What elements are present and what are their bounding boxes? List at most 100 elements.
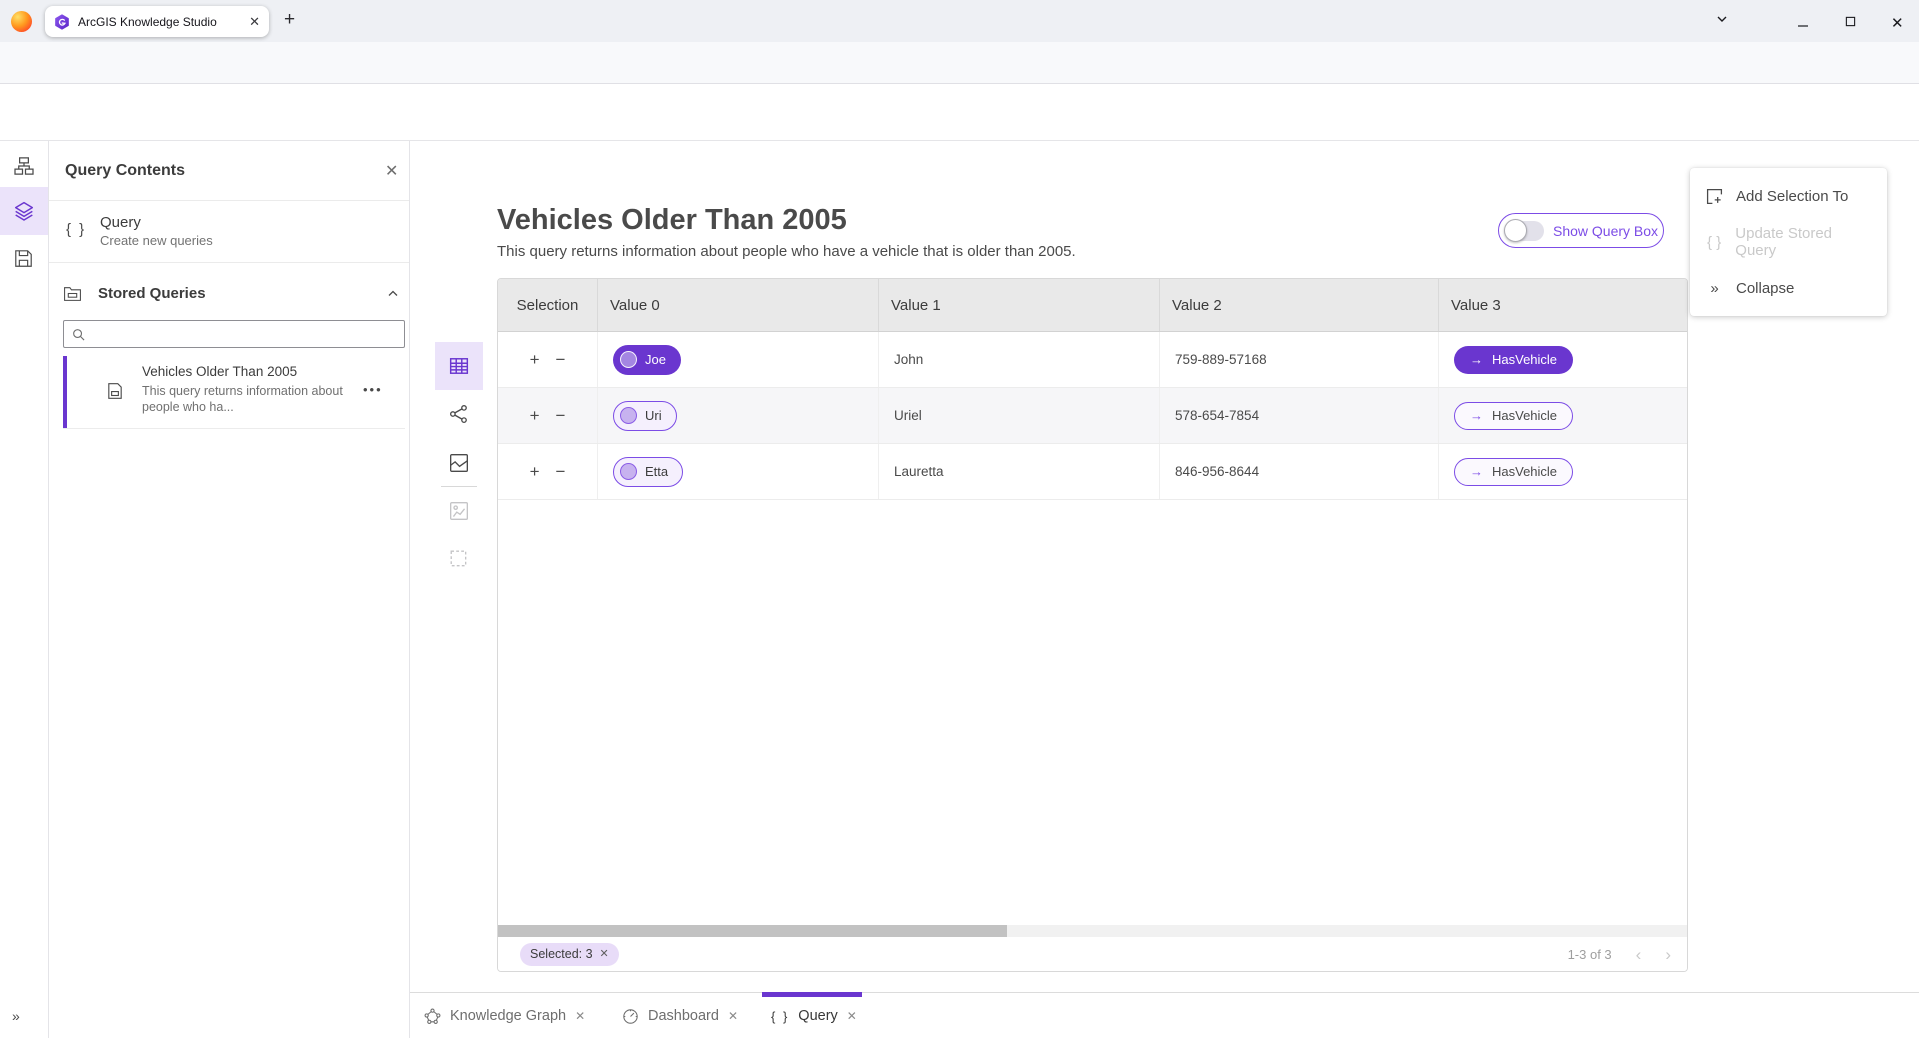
entity-pill[interactable]: Uri <box>613 401 677 431</box>
remove-selection-button[interactable]: − <box>556 463 566 480</box>
pagination-prev-icon[interactable]: ‹ <box>1636 946 1642 963</box>
tab-dashboard[interactable]: Dashboard ✕ <box>622 993 738 1038</box>
left-icon-rail: » <box>0 141 49 1038</box>
toolbar-divider <box>441 486 477 487</box>
data-model-icon[interactable] <box>14 156 34 176</box>
tab-close-icon[interactable]: ✕ <box>575 1010 585 1022</box>
save-icon[interactable] <box>14 249 34 269</box>
value1-cell: John <box>879 332 1160 387</box>
stored-queries-search[interactable] <box>63 320 405 348</box>
browser-tab[interactable]: ArcGIS Knowledge Studio ✕ <box>45 6 269 37</box>
map-view-icon[interactable] <box>449 453 469 473</box>
window-minimize-icon[interactable] <box>1797 20 1809 32</box>
window-close-icon[interactable]: ✕ <box>1891 14 1904 32</box>
stored-query-title: Vehicles Older Than 2005 <box>142 364 297 379</box>
value0-cell: Etta <box>598 444 879 499</box>
tab-label: Dashboard <box>648 1008 719 1024</box>
table-row: + − Joe John 759-889-57168 → HasVehicle <box>498 332 1687 388</box>
double-chevron-right-icon: » <box>1706 280 1723 297</box>
show-query-box-toggle[interactable]: Show Query Box <box>1498 213 1664 248</box>
panel-close-icon[interactable]: ✕ <box>385 161 398 181</box>
pagination-label: 1-3 of 3 <box>1568 947 1612 962</box>
horizontal-scrollbar[interactable] <box>498 925 1687 937</box>
select-tool-icon[interactable] <box>449 549 469 569</box>
tab-close-icon[interactable]: ✕ <box>249 15 260 28</box>
selection-cell: + − <box>498 332 598 387</box>
selected-count-chip[interactable]: Selected: 3 ✕ <box>520 943 619 966</box>
browser-window: ArcGIS Knowledge Studio ✕ + ✕ ← → ↻ http… <box>0 0 1919 1038</box>
table-row: + − Etta Lauretta 846-956-8644 → HasVehi… <box>498 444 1687 500</box>
column-header-value3[interactable]: Value 3 <box>1439 279 1687 331</box>
tab-query[interactable]: { } Query ✕ <box>771 993 857 1038</box>
stored-queries-search-input[interactable] <box>91 327 396 342</box>
tab-close-icon[interactable]: ✕ <box>847 1010 857 1022</box>
divider <box>49 262 409 263</box>
query-item-subtitle: Create new queries <box>100 233 213 248</box>
query-contents-panel: Query Contents ✕ { } Query Create new qu… <box>49 141 410 1038</box>
table-view-icon[interactable] <box>449 356 469 376</box>
tab-label: Query <box>798 1008 838 1024</box>
selection-cell: + − <box>498 444 598 499</box>
add-selection-icon <box>1706 188 1723 205</box>
relationship-pill-label: HasVehicle <box>1492 352 1557 367</box>
scrollbar-thumb[interactable] <box>498 925 1007 937</box>
selected-indicator-bar <box>63 356 67 428</box>
column-header-value0[interactable]: Value 0 <box>598 279 879 331</box>
column-header-selection[interactable]: Selection <box>498 279 598 331</box>
menu-item-label: Add Selection To <box>1736 188 1848 205</box>
firefox-icon[interactable] <box>11 11 32 32</box>
menu-item-collapse[interactable]: » Collapse <box>1690 265 1887 311</box>
value2-cell: 578-654-7854 <box>1160 388 1439 443</box>
relationship-pill[interactable]: → HasVehicle <box>1454 458 1573 486</box>
value2-cell: 846-956-8644 <box>1160 444 1439 499</box>
remove-selection-button[interactable]: − <box>556 351 566 368</box>
menu-item-update-stored-query[interactable]: { } Update Stored Query <box>1690 219 1887 265</box>
page-description: This query returns information about peo… <box>497 243 1076 260</box>
window-maximize-icon[interactable] <box>1845 16 1856 27</box>
menu-item-add-selection-to[interactable]: Add Selection To <box>1690 173 1887 219</box>
dashboard-icon <box>622 1008 639 1025</box>
expand-sidebar-button[interactable]: » <box>12 1008 18 1024</box>
column-header-value2[interactable]: Value 2 <box>1160 279 1439 331</box>
value0-cell: Joe <box>598 332 879 387</box>
tab-knowledge-graph[interactable]: Knowledge Graph ✕ <box>424 993 585 1038</box>
toggle-track[interactable] <box>1506 221 1544 241</box>
tab-label: Knowledge Graph <box>450 1008 566 1024</box>
layers-icon[interactable] <box>14 201 34 221</box>
stored-query-item[interactable]: Vehicles Older Than 2005 This query retu… <box>63 356 405 429</box>
entity-pill[interactable]: Joe <box>613 345 681 375</box>
toggle-knob[interactable] <box>1504 219 1527 242</box>
add-selection-button[interactable]: + <box>530 407 540 424</box>
arrow-right-icon: → <box>1470 353 1483 366</box>
entity-avatar-icon <box>620 351 637 368</box>
column-header-value1[interactable]: Value 1 <box>879 279 1160 331</box>
entity-pill-label: Joe <box>645 352 666 367</box>
link-chart-icon[interactable] <box>449 404 469 424</box>
panel-title: Query Contents <box>65 162 185 180</box>
add-selection-button[interactable]: + <box>530 463 540 480</box>
folder-icon <box>63 284 82 303</box>
chevron-up-icon[interactable] <box>387 288 399 300</box>
entity-pill[interactable]: Etta <box>613 457 683 487</box>
clear-selection-icon[interactable]: ✕ <box>600 949 609 960</box>
add-to-map-icon[interactable] <box>449 501 469 521</box>
tab-close-icon[interactable]: ✕ <box>728 1010 738 1022</box>
value3-cell: → HasVehicle <box>1439 332 1687 387</box>
knowledge-graph-icon <box>424 1008 441 1025</box>
browser-tab-strip: ArcGIS Knowledge Studio ✕ + ✕ <box>0 0 1919 42</box>
relationship-pill[interactable]: → HasVehicle <box>1454 402 1573 430</box>
table-row: + − Uri Uriel 578-654-7854 → HasVehicle <box>498 388 1687 444</box>
remove-selection-button[interactable]: − <box>556 407 566 424</box>
new-tab-button[interactable]: + <box>284 9 295 31</box>
more-options-icon[interactable]: ••• <box>363 382 383 397</box>
entity-avatar-icon <box>620 463 637 480</box>
braces-icon: { } <box>66 221 86 238</box>
value1-cell: Lauretta <box>879 444 1160 499</box>
entity-pill-label: Uri <box>645 408 662 423</box>
list-tabs-icon[interactable] <box>1716 13 1728 25</box>
pagination-next-icon[interactable]: › <box>1665 946 1671 963</box>
browser-navbar: ← → ↻ https://dev0028833.esri.com/portal… <box>0 42 1919 84</box>
relationship-pill[interactable]: → HasVehicle <box>1454 346 1573 374</box>
add-selection-button[interactable]: + <box>530 351 540 368</box>
value1-cell: Uriel <box>879 388 1160 443</box>
